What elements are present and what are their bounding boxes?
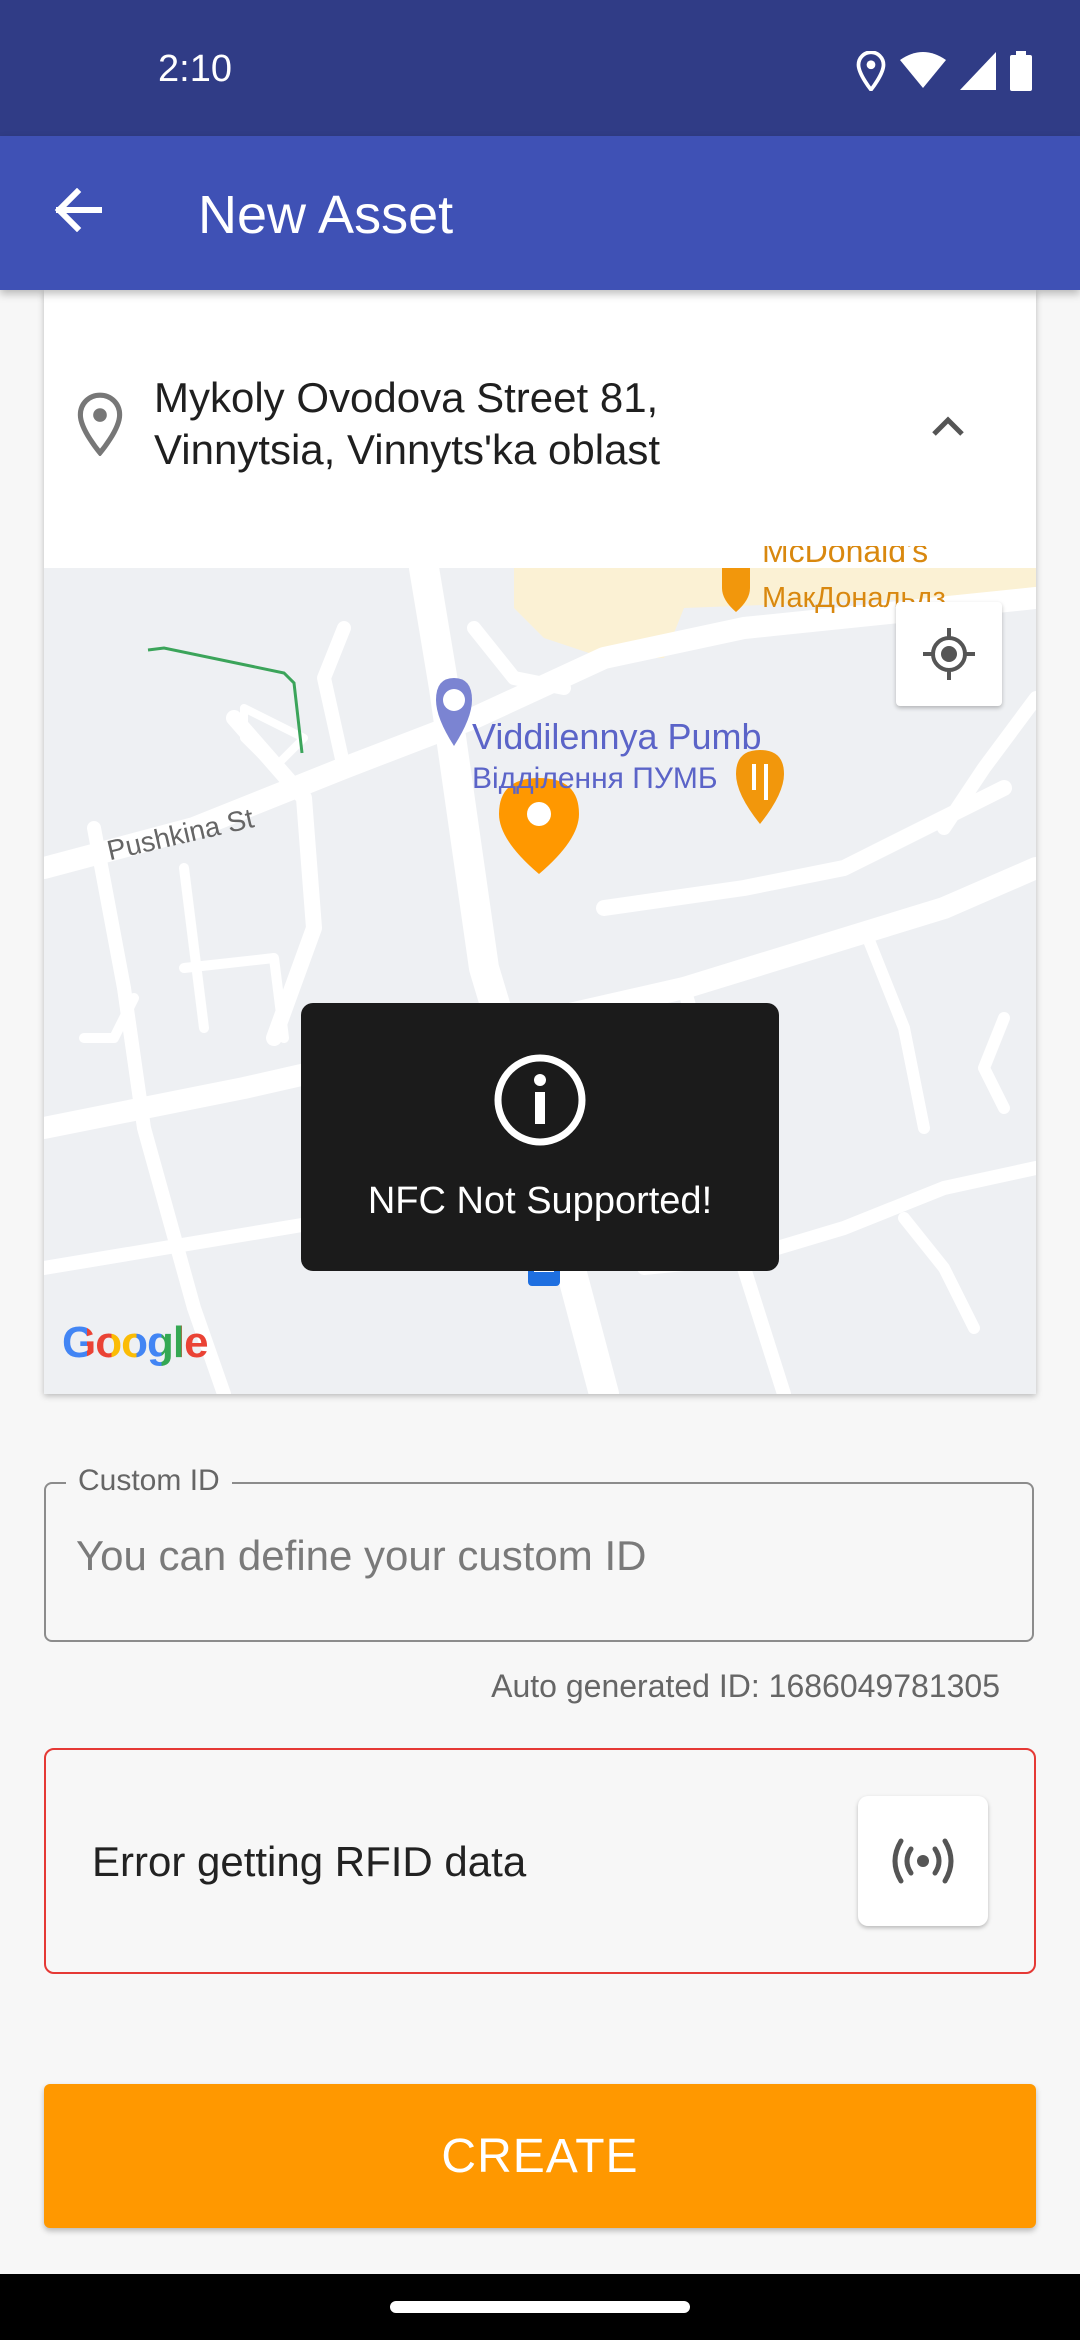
auto-generated-id: Auto generated ID: 1686049781305 <box>491 1668 1000 1704</box>
custom-id-input[interactable] <box>76 1532 1016 1580</box>
location-icon <box>856 51 886 91</box>
map-label-mcdonalds-top: McDonald's <box>762 546 929 568</box>
create-button[interactable]: CREATE <box>44 2084 1036 2228</box>
google-logo: Google <box>62 1318 209 1368</box>
map-label-bank: Viddilennya Pumb <box>472 716 762 757</box>
wifi-icon <box>900 52 946 88</box>
google-logo-text: Google <box>62 1318 209 1367</box>
chevron-up-icon <box>932 416 964 436</box>
home-indicator[interactable] <box>390 2301 690 2313</box>
my-location-icon <box>923 628 975 680</box>
my-location-button[interactable] <box>896 602 1002 706</box>
rfid-scan-button[interactable] <box>858 1796 988 1926</box>
app-bar <box>0 136 1080 290</box>
status-time: 2:10 <box>158 48 232 90</box>
rfid-error-text: Error getting RFID data <box>92 1838 527 1885</box>
collapse-button[interactable] <box>920 404 976 444</box>
page-title: New Asset <box>198 185 454 245</box>
location-pin-icon <box>72 392 128 457</box>
address-line-1: Mykoly Ovodova Street 81, <box>154 374 659 421</box>
address-line-2: Vinnytsia, Vinnyts'ka oblast <box>154 426 661 473</box>
back-button[interactable] <box>40 172 116 248</box>
nfc-signal-icon <box>892 1838 954 1884</box>
info-icon <box>492 1052 588 1148</box>
map-label-bank-local: Відділення ПУМБ <box>472 762 718 795</box>
battery-icon <box>1010 51 1032 91</box>
toast-message: NFC Not Supported! <box>367 1180 713 1222</box>
custom-id-label: Custom ID <box>66 1464 232 1498</box>
arrow-back-icon <box>54 188 102 232</box>
signal-icon <box>960 52 996 90</box>
address-text: Mykoly Ovodova Street 81, Vinnytsia, Vin… <box>154 372 660 476</box>
status-icons <box>856 48 1032 94</box>
